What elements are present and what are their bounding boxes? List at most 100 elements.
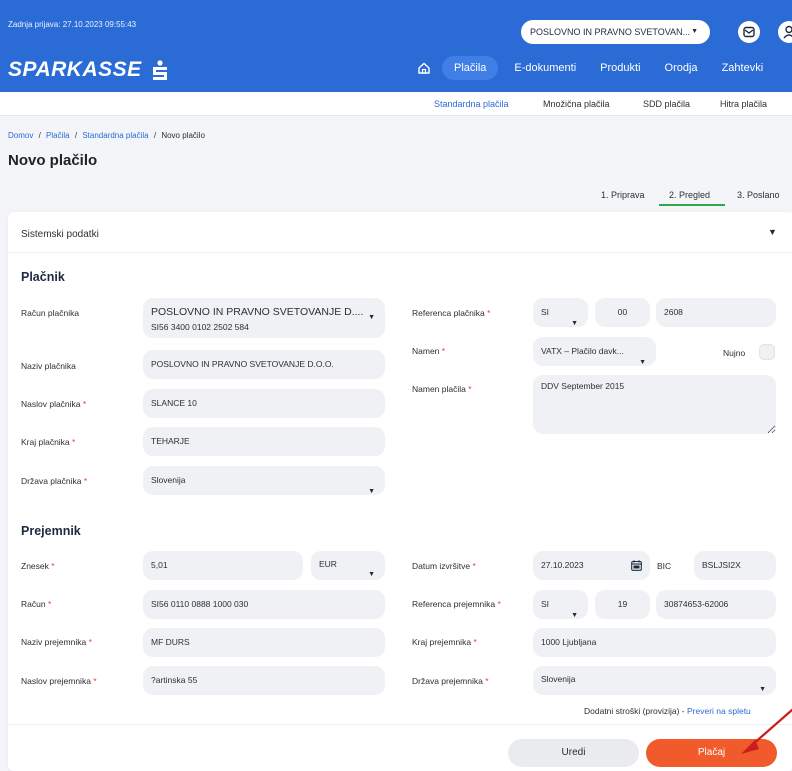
chevron-down-icon: ▼ — [571, 319, 578, 327]
payer-city-field[interactable]: TEHARJE — [143, 427, 385, 456]
purpose-label: Namen * — [412, 346, 446, 356]
check-online-link[interactable]: Preveri na spletu — [687, 706, 751, 716]
payer-section-title: Plačnik — [21, 270, 65, 284]
breadcrumb-separator: / — [38, 131, 41, 140]
payer-address-field[interactable]: SLANCE 10 — [143, 389, 385, 418]
step-priprava: 1. Priprava — [601, 190, 645, 200]
company-select-value: POSLOVNO IN PRAVNO SVETOVAN... — [530, 27, 691, 37]
sparkasse-logo[interactable]: SPARKASSE — [8, 58, 167, 82]
bic-field[interactable]: BSLJSI2X — [694, 551, 776, 580]
additional-fees-info: Dodatni stroški (provizija) - Preveri na… — [584, 706, 751, 716]
payer-reference-label: Referenca plačnika * — [412, 308, 491, 318]
fees-text: Dodatni stroški (provizija) - — [584, 706, 685, 716]
top-header: Zadnja prijava: 27.10.2023 09:55:43 POSL… — [0, 0, 792, 92]
breadcrumb-placila[interactable]: Plačila — [46, 131, 70, 140]
step-poslano: 3. Poslano — [737, 190, 780, 200]
edit-button[interactable]: Uredi — [508, 739, 639, 767]
breadcrumb-separator: / — [74, 131, 78, 140]
currency-select[interactable]: EUR ▼ — [311, 551, 385, 580]
system-data-label: Sistemski podatki — [21, 229, 99, 240]
mail-icon — [743, 26, 755, 38]
amount-field[interactable]: 5,01 — [143, 551, 303, 580]
payments-subnav: Standardna plačila Množična plačila SDD … — [0, 92, 792, 116]
user-button[interactable] — [778, 21, 792, 43]
calendar-icon[interactable] — [631, 560, 642, 571]
mail-button[interactable] — [738, 21, 760, 43]
chevron-down-icon: ▼ — [639, 358, 646, 366]
recipient-country-select[interactable]: Slovenija ▼ — [533, 666, 776, 695]
payer-country-select[interactable]: Slovenija ▼ — [143, 466, 385, 495]
payer-city-label: Kraj plačnika * — [21, 437, 76, 447]
payer-account-name: POSLOVNO IN PRAVNO SVETOVANJE D.... — [151, 306, 364, 318]
nav-placila[interactable]: Plačila — [442, 56, 499, 80]
payer-address-label: Naslov plačnika * — [21, 399, 87, 409]
company-select[interactable]: POSLOVNO IN PRAVNO SVETOVAN... ▼ — [521, 20, 710, 44]
breadcrumb-home[interactable]: Domov — [8, 131, 33, 140]
breadcrumb: Domov / Plačila / Standardna plačila / N… — [8, 131, 205, 140]
subnav-sdd-placila[interactable]: SDD plačila — [643, 99, 690, 109]
payer-name-field[interactable]: POSLOVNO IN PRAVNO SVETOVANJE D.O.O. — [143, 350, 385, 379]
execution-date-field[interactable]: 27.10.2023 — [533, 551, 650, 580]
pay-button[interactable]: Plačaj — [646, 739, 777, 767]
breadcrumb-standardna[interactable]: Standardna plačila — [82, 131, 148, 140]
chevron-down-icon: ▼ — [368, 570, 375, 578]
payer-reference-model: SI — [541, 307, 550, 317]
sparkasse-s-icon — [152, 60, 167, 81]
payer-account-select[interactable]: POSLOVNO IN PRAVNO SVETOVANJE D.... SI56… — [143, 298, 385, 338]
recipient-name-field[interactable]: MF DURS — [143, 628, 385, 657]
recipient-reference-label: Referenca prejemnika * — [412, 599, 501, 609]
payer-account-iban: SI56 3400 0102 2502 584 — [151, 322, 249, 332]
execution-date-value: 27.10.2023 — [541, 560, 584, 570]
recipient-section-title: Prejemnik — [21, 524, 81, 538]
recipient-account-field[interactable]: SI56 0110 0888 1000 030 — [143, 590, 385, 619]
user-icon — [783, 25, 792, 39]
recipient-address-field[interactable]: ?artinska 55 — [143, 666, 385, 695]
purpose-text-label: Namen plačila * — [412, 384, 472, 394]
main-nav: Plačila E-dokumenti Produkti Orodja Zaht… — [410, 56, 775, 80]
currency-value: EUR — [319, 559, 337, 569]
payer-reference-model-select[interactable]: SI ▼ — [533, 298, 588, 327]
urgent-checkbox[interactable] — [759, 344, 775, 360]
execution-date-label: Datum izvršitve * — [412, 561, 476, 571]
nav-e-dokumenti[interactable]: E-dokumenti — [502, 56, 588, 80]
last-login-info: Zadnja prijava: 27.10.2023 09:55:43 — [8, 20, 137, 29]
nav-produkti[interactable]: Produkti — [588, 56, 652, 80]
recipient-country-value: Slovenija — [541, 674, 576, 684]
nav-orodja[interactable]: Orodja — [653, 56, 710, 80]
step-pregled: 2. Pregled — [669, 190, 711, 200]
recipient-reference-model-select[interactable]: SI ▼ — [533, 590, 588, 619]
breadcrumb-separator: / — [153, 131, 157, 140]
home-button[interactable] — [410, 56, 438, 80]
logo-text: SPARKASSE — [8, 58, 142, 81]
recipient-city-label: Kraj prejemnika * — [412, 637, 477, 647]
recipient-city-field[interactable]: 1000 Ljubljana — [533, 628, 776, 657]
payer-country-value: Slovenija — [151, 475, 186, 485]
purpose-textarea[interactable]: DDV September 2015 — [533, 375, 776, 434]
payer-reference-number-field[interactable]: 2608 — [656, 298, 776, 327]
recipient-reference-number-field[interactable]: 30874653-62006 — [656, 590, 776, 619]
payer-name-label: Naziv plačnika — [21, 361, 76, 371]
chevron-down-icon: ▼ — [571, 611, 578, 619]
payment-steps: 1. Priprava 2. Pregled 3. Poslano — [0, 188, 792, 208]
divider — [8, 724, 792, 725]
page-title: Novo plačilo — [8, 152, 98, 169]
system-data-toggle[interactable]: Sistemski podatki ▼ — [8, 212, 792, 253]
payer-account-label: Račun plačnika — [21, 308, 80, 318]
active-step-indicator — [659, 204, 725, 206]
subnav-mnozicna-placila[interactable]: Množična plačila — [543, 99, 610, 109]
payer-reference-code-field[interactable]: 00 — [595, 298, 650, 327]
home-icon — [418, 62, 430, 74]
subnav-hitra-placila[interactable]: Hitra plačila — [720, 99, 767, 109]
amount-label: Znesek * — [21, 561, 55, 571]
payer-country-label: Država plačnika * — [21, 476, 88, 486]
recipient-reference-model: SI — [541, 599, 550, 609]
chevron-down-icon: ▼ — [691, 28, 698, 35]
purpose-select[interactable]: VATX – Plačilo davk... ▼ — [533, 337, 656, 366]
recipient-reference-code-field[interactable]: 19 — [595, 590, 650, 619]
recipient-address-label: Naslov prejemnika * — [21, 676, 97, 686]
nav-zahtevki[interactable]: Zahtevki — [710, 56, 776, 80]
recipient-country-label: Država prejemnika * — [412, 676, 489, 686]
caret-down-icon: ▼ — [768, 227, 777, 237]
chevron-down-icon: ▼ — [368, 314, 375, 321]
subnav-standardna-placila[interactable]: Standardna plačila — [434, 99, 509, 109]
